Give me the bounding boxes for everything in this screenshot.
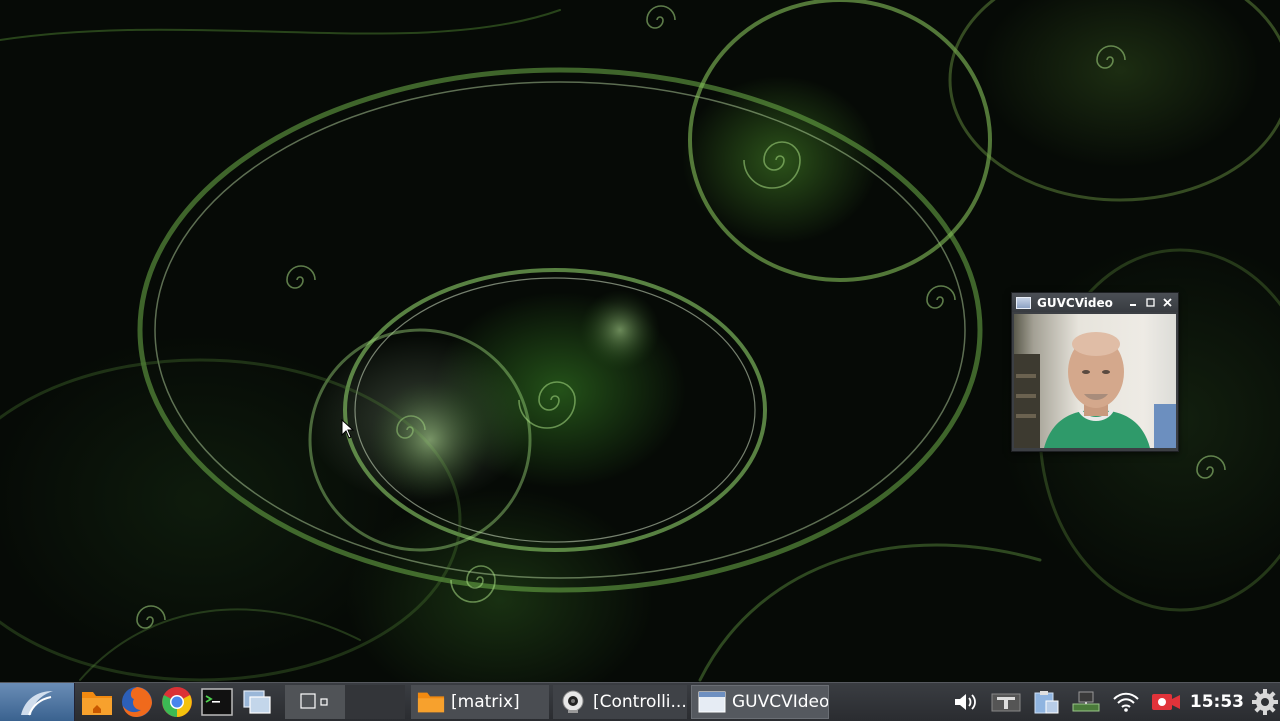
mouse-cursor-icon (341, 418, 355, 443)
window-title: GUVCVideo (1037, 295, 1113, 310)
lxqt-menu-icon (21, 691, 53, 716)
start-menu-button[interactable] (0, 683, 75, 721)
desktop[interactable]: GUVCVideo (0, 0, 1280, 682)
desktop-window-icon (300, 693, 328, 709)
close-icon[interactable] (1160, 296, 1174, 310)
gear-icon[interactable] (1250, 685, 1280, 719)
task-matrix[interactable]: [matrix] (411, 685, 549, 719)
folder-icon (417, 690, 445, 714)
guvcvideo-app-icon (1016, 296, 1031, 309)
webcam-video-feed (1014, 314, 1176, 448)
wifi-icon[interactable] (1108, 685, 1144, 719)
window-icon (698, 690, 726, 714)
terminal-launcher[interactable] (199, 685, 235, 719)
guvcvideo-window[interactable]: GUVCVideo (1011, 292, 1179, 452)
window-titlebar[interactable]: GUVCVideo (1012, 293, 1178, 312)
webcam-icon (559, 690, 587, 714)
task-controlli[interactable]: [Controlli... (553, 685, 687, 719)
clipboard-icon[interactable] (1028, 685, 1064, 719)
maximize-icon[interactable] (1143, 296, 1157, 310)
desktop-2-button[interactable] (345, 685, 405, 719)
task-label: [Controlli... (593, 692, 687, 712)
record-icon[interactable] (1148, 685, 1184, 719)
home-folder-launcher[interactable] (79, 685, 115, 719)
chrome-icon (162, 687, 192, 717)
task-label: [matrix] (451, 692, 520, 712)
task-label: GUVCVIdeo (732, 692, 829, 712)
system-tray: 15:53 (944, 683, 1280, 721)
volume-icon[interactable] (948, 685, 984, 719)
taskbar: [matrix] [Controlli... GUVCVIdeo 15:53 (0, 682, 1280, 721)
clock[interactable]: 15:53 (1190, 692, 1244, 712)
chrome-launcher[interactable] (159, 685, 195, 719)
firefox-icon (122, 687, 152, 717)
windows-icon (243, 690, 271, 714)
firefox-launcher[interactable] (119, 685, 155, 719)
minimize-icon[interactable] (1126, 296, 1140, 310)
desktop-1-button[interactable] (285, 685, 345, 719)
network-wired-icon[interactable] (1068, 685, 1104, 719)
keyboard-icon[interactable] (988, 685, 1024, 719)
show-windows-launcher[interactable] (239, 685, 275, 719)
desktop-pager (285, 685, 405, 719)
task-guvcvideo[interactable]: GUVCVIdeo (691, 685, 829, 719)
home-folder-icon (82, 692, 112, 715)
terminal-icon (201, 688, 233, 716)
